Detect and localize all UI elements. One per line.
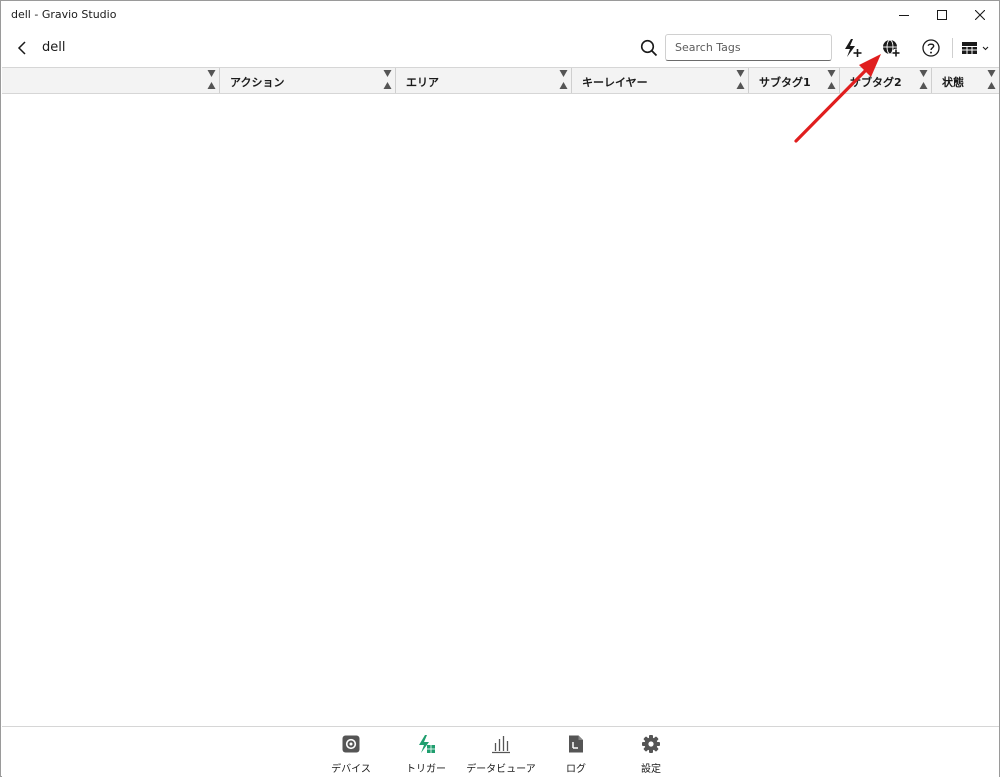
- bottom-nav: デバイス トリガー データビューア ログ 設定: [2, 726, 999, 777]
- column-header-status[interactable]: 状態: [932, 68, 999, 93]
- close-button[interactable]: [961, 1, 999, 29]
- column-header-subtag2[interactable]: サブタグ2: [840, 68, 932, 93]
- table-body: [2, 94, 999, 726]
- lightning-add-icon: [845, 39, 862, 57]
- nav-item-log[interactable]: ログ: [539, 733, 613, 775]
- title-bar: dell - Gravio Studio: [1, 1, 999, 29]
- table-header: アクション エリア キーレイヤー サブタグ1 サブタグ2 状態: [2, 67, 999, 94]
- gear-icon: [640, 733, 662, 755]
- sort-icon[interactable]: [827, 69, 836, 90]
- search-button[interactable]: [637, 36, 661, 60]
- chevron-left-icon: [17, 41, 26, 55]
- table-view-icon: [962, 42, 989, 54]
- add-trigger-button[interactable]: [840, 36, 864, 60]
- toolbar-divider: [952, 38, 953, 58]
- column-header-subtag1[interactable]: サブタグ1: [749, 68, 840, 93]
- help-icon: [922, 39, 940, 57]
- column-header-action[interactable]: アクション: [220, 68, 396, 93]
- sort-icon[interactable]: [383, 69, 392, 90]
- breadcrumb: dell: [42, 40, 66, 55]
- minimize-button[interactable]: [885, 1, 923, 29]
- search-icon: [640, 39, 658, 57]
- nav-item-triggers[interactable]: トリガー: [389, 733, 463, 775]
- column-header-name[interactable]: [2, 68, 220, 93]
- sort-icon[interactable]: [207, 69, 216, 90]
- nav-item-devices[interactable]: デバイス: [314, 733, 388, 775]
- log-icon: [565, 733, 587, 755]
- sort-icon[interactable]: [919, 69, 928, 90]
- column-header-key-layer[interactable]: キーレイヤー: [572, 68, 749, 93]
- nav-item-data-viewer[interactable]: データビューア: [464, 733, 538, 775]
- help-button[interactable]: [919, 36, 943, 60]
- device-icon: [340, 733, 362, 755]
- column-header-area[interactable]: エリア: [396, 68, 572, 93]
- search-tags-input[interactable]: [665, 34, 832, 61]
- sort-icon[interactable]: [559, 69, 568, 90]
- window-title: dell - Gravio Studio: [11, 8, 117, 21]
- chart-icon: [490, 733, 512, 755]
- back-button[interactable]: [11, 37, 33, 59]
- sort-icon[interactable]: [736, 69, 745, 90]
- minimize-icon: [899, 15, 909, 16]
- maximize-icon: [937, 10, 947, 20]
- maximize-button[interactable]: [923, 1, 961, 29]
- nav-item-settings[interactable]: 設定: [614, 733, 688, 775]
- app-window: dell - Gravio Studio dell Search Tags アク…: [0, 0, 1000, 777]
- view-options-dropdown[interactable]: [959, 36, 993, 60]
- trigger-icon: [415, 733, 437, 755]
- sort-icon[interactable]: [987, 69, 996, 90]
- toolbar: dell: [1, 29, 999, 67]
- globe-add-icon: [883, 39, 901, 58]
- add-device-tag-button[interactable]: [879, 36, 903, 60]
- close-icon: [975, 10, 985, 20]
